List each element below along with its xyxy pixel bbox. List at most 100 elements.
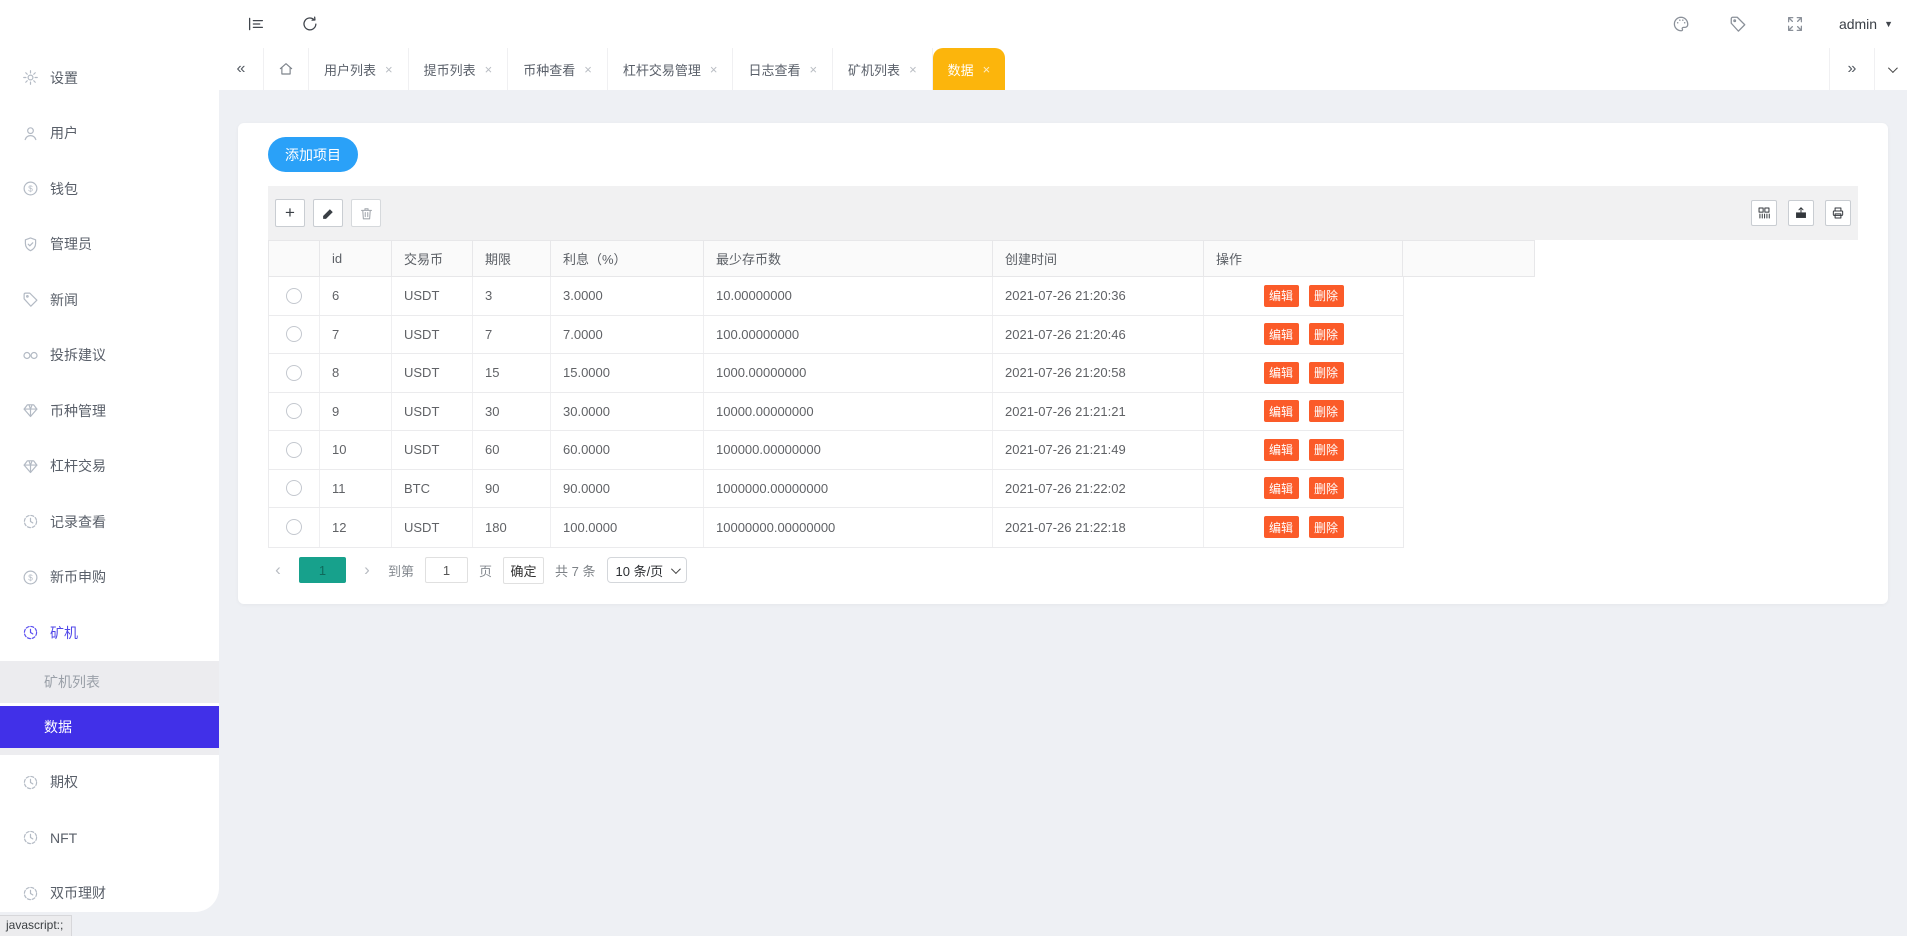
sidebar-item-矿机[interactable]: 矿机	[0, 605, 219, 661]
home-tab-button[interactable]	[264, 48, 309, 90]
tab-用户列表[interactable]: 用户列表 ×	[309, 48, 409, 90]
edit-button[interactable]: 编辑	[1264, 400, 1299, 422]
toolbar-right	[1751, 200, 1851, 226]
history-icon	[22, 885, 39, 902]
sidebar-item-新闻[interactable]: 新闻	[0, 272, 219, 328]
sidebar-item-label: 管理员	[50, 234, 92, 254]
sidebar-item-记录查看[interactable]: 记录查看	[0, 494, 219, 550]
table-row: 8 USDT 15 15.0000 1000.00000000 2021-07-…	[269, 354, 1403, 393]
sidebar-subitem-矿机列表[interactable]: 矿机列表	[0, 661, 219, 703]
edit-row-button[interactable]	[313, 199, 343, 227]
table-row: 11 BTC 90 90.0000 1000000.00000000 2021-…	[269, 470, 1403, 509]
tab-label: 用户列表	[324, 60, 376, 79]
tabs-scroll-right-button[interactable]: »	[1829, 48, 1874, 90]
sidebar-item-投拆建议[interactable]: 投拆建议	[0, 328, 219, 384]
refresh-icon[interactable]	[301, 15, 319, 33]
add-item-button[interactable]: 添加项目	[268, 137, 358, 172]
fullscreen-icon[interactable]	[1786, 15, 1804, 33]
sidebar-item-新币申购[interactable]: 新币申购	[0, 550, 219, 606]
tab-提币列表[interactable]: 提币列表 ×	[409, 48, 509, 90]
close-tab-icon[interactable]: ×	[983, 62, 991, 77]
row-radio[interactable]	[286, 519, 302, 535]
row-radio[interactable]	[286, 403, 302, 419]
close-tab-icon[interactable]: ×	[809, 62, 817, 77]
row-term: 15	[473, 354, 551, 392]
tabs-menu-button[interactable]	[1874, 48, 1907, 90]
tab-矿机列表[interactable]: 矿机列表 ×	[833, 48, 933, 90]
add-row-button[interactable]: +	[275, 199, 305, 227]
delete-button[interactable]: 删除	[1309, 362, 1344, 384]
print-button[interactable]	[1825, 200, 1851, 226]
tabs-scroll-left-button[interactable]: «	[219, 48, 264, 90]
user-menu[interactable]: admin ▼	[1839, 16, 1893, 32]
columns-toggle-button[interactable]	[1751, 200, 1777, 226]
export-button[interactable]	[1788, 200, 1814, 226]
delete-button[interactable]: 删除	[1309, 400, 1344, 422]
row-actions: 编辑 删除	[1204, 354, 1403, 392]
close-tab-icon[interactable]: ×	[710, 62, 718, 77]
row-select-cell	[269, 431, 320, 469]
row-created: 2021-07-26 21:22:18	[993, 508, 1204, 547]
menu-fold-icon[interactable]	[247, 15, 265, 33]
pencil-icon	[321, 206, 336, 221]
confirm-page-button[interactable]: 确定	[503, 557, 544, 584]
row-radio[interactable]	[286, 326, 302, 342]
delete-button[interactable]: 删除	[1309, 477, 1344, 499]
edit-button[interactable]: 编辑	[1264, 477, 1299, 499]
tab-数据[interactable]: 数据 ×	[933, 48, 1006, 90]
row-term: 3	[473, 277, 551, 315]
close-tab-icon[interactable]: ×	[584, 62, 592, 77]
table-row: 10 USDT 60 60.0000 100000.00000000 2021-…	[269, 431, 1403, 470]
edit-button[interactable]: 编辑	[1264, 439, 1299, 461]
prev-page-button[interactable]: ‹	[268, 560, 288, 580]
edit-button[interactable]: 编辑	[1264, 516, 1299, 538]
tab-日志查看[interactable]: 日志查看 ×	[733, 48, 833, 90]
row-interest: 30.0000	[551, 393, 704, 431]
row-radio[interactable]	[286, 365, 302, 381]
next-page-button[interactable]: ›	[357, 560, 377, 580]
edit-button[interactable]: 编辑	[1264, 285, 1299, 307]
tabs: 用户列表 × 提币列表 × 币种查看 × 杠杆交易管理 × 日志查看 × 矿机列…	[309, 48, 1005, 90]
delete-row-button[interactable]	[351, 199, 381, 227]
page-size-select[interactable]: 10 条/页	[607, 557, 688, 583]
chevron-double-right-icon: »	[1848, 60, 1857, 78]
sidebar-item-杠杆交易[interactable]: 杠杆交易	[0, 439, 219, 495]
data-card: 添加项目 + id 交易币 期限 利息（%） 最少存币数 创建时间 操作	[238, 123, 1888, 604]
row-min-deposit: 1000000.00000000	[704, 470, 993, 508]
row-radio[interactable]	[286, 442, 302, 458]
delete-button[interactable]: 删除	[1309, 516, 1344, 538]
tab-杠杆交易管理[interactable]: 杠杆交易管理 ×	[608, 48, 734, 90]
tab-币种查看[interactable]: 币种查看 ×	[508, 48, 608, 90]
header-min-deposit: 最少存币数	[704, 241, 993, 276]
delete-button[interactable]: 删除	[1309, 285, 1344, 307]
close-tab-icon[interactable]: ×	[385, 62, 393, 77]
sidebar-item-管理员[interactable]: 管理员	[0, 217, 219, 273]
sidebar-item-设置[interactable]: 设置	[0, 50, 219, 106]
edit-button[interactable]: 编辑	[1264, 323, 1299, 345]
edit-button[interactable]: 编辑	[1264, 362, 1299, 384]
delete-button[interactable]: 删除	[1309, 439, 1344, 461]
sidebar-item-用户[interactable]: 用户	[0, 106, 219, 162]
palette-icon[interactable]	[1672, 15, 1690, 33]
row-radio[interactable]	[286, 480, 302, 496]
sidebar-item-钱包[interactable]: 钱包	[0, 161, 219, 217]
history-icon	[22, 513, 39, 530]
row-radio[interactable]	[286, 288, 302, 304]
sidebar-item-NFT[interactable]: NFT	[0, 810, 219, 866]
sidebar-item-label: NFT	[50, 830, 77, 846]
goto-page-input[interactable]	[425, 557, 468, 583]
delete-button[interactable]: 删除	[1309, 323, 1344, 345]
sidebar-item-期权[interactable]: 期权	[0, 755, 219, 811]
sidebar-item-双币理财[interactable]: 双币理财	[0, 866, 219, 913]
row-coin: BTC	[392, 470, 473, 508]
sidebar-item-币种管理[interactable]: 币种管理	[0, 383, 219, 439]
header-id: id	[320, 241, 392, 276]
price-tag-icon[interactable]	[1729, 15, 1747, 33]
username: admin	[1839, 16, 1877, 32]
row-id: 8	[320, 354, 392, 392]
header-actions: 操作	[1204, 241, 1403, 276]
infinity-icon	[22, 347, 39, 364]
sidebar-subitem-数据[interactable]: 数据	[0, 706, 219, 748]
close-tab-icon[interactable]: ×	[909, 62, 917, 77]
close-tab-icon[interactable]: ×	[485, 62, 493, 77]
